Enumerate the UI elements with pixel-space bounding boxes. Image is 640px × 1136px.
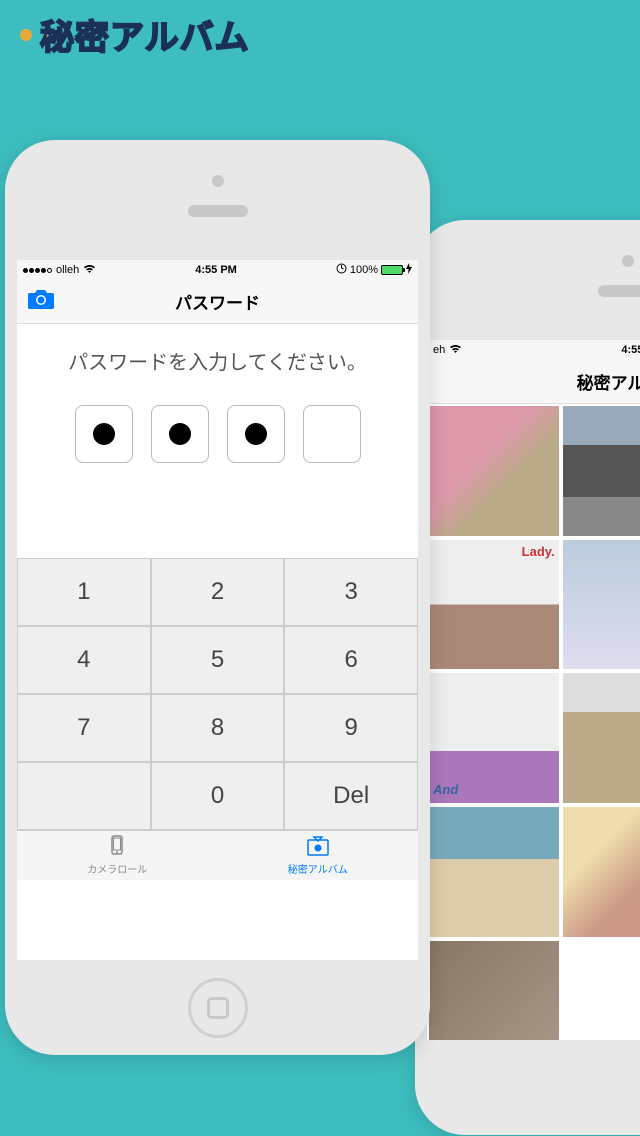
status-bar: eh 4:55 PM [427, 340, 640, 360]
thumb-label: Lady. [522, 544, 555, 559]
phone-screen: eh 4:55 PM 秘密アルバム Lady. And [427, 340, 640, 1040]
photo-thumb[interactable] [429, 807, 559, 937]
key-1[interactable]: 1 [17, 558, 151, 626]
tab-label: カメラロール [87, 861, 147, 876]
battery-pct: 100% [350, 264, 378, 276]
page-header: 秘密アルバム [20, 10, 250, 59]
key-3[interactable]: 3 [284, 558, 418, 626]
photo-thumb[interactable] [429, 406, 559, 536]
keypad: 1 2 3 4 5 6 7 8 9 0 Del [17, 558, 418, 830]
photo-thumb[interactable] [563, 807, 640, 937]
phone-mockup-1: olleh 4:55 PM 100% パスワード [5, 140, 430, 1055]
thumb-label: And [433, 782, 458, 797]
tab-cameraroll[interactable]: カメラロール [17, 831, 218, 880]
phone-bottom [5, 960, 430, 1055]
password-prompt: パスワードを入力してください。 [17, 324, 418, 405]
bullet-icon [20, 29, 32, 41]
nav-title: パスワード [175, 289, 260, 314]
key-0[interactable]: 0 [151, 762, 285, 830]
phone-mockup-2: eh 4:55 PM 秘密アルバム Lady. And [415, 220, 640, 1135]
wifi-icon [83, 264, 96, 277]
key-9[interactable]: 9 [284, 694, 418, 762]
home-button[interactable] [188, 978, 248, 1038]
key-blank [17, 762, 151, 830]
phone-speaker-icon [598, 285, 640, 297]
nav-bar: パスワード [17, 280, 418, 324]
status-bar: olleh 4:55 PM 100% [17, 260, 418, 280]
carrier-label: olleh [56, 264, 79, 276]
album-icon [305, 835, 331, 860]
charging-icon [406, 263, 412, 277]
rotation-lock-icon [336, 263, 347, 277]
status-left: olleh [23, 264, 96, 277]
page-title: 秘密アルバム [40, 10, 250, 59]
phone-camera-icon [212, 175, 224, 187]
photo-thumb[interactable] [563, 673, 640, 803]
nav-bar: 秘密アルバム [427, 360, 640, 404]
key-del[interactable]: Del [284, 762, 418, 830]
photo-thumb[interactable]: And [429, 673, 559, 803]
home-icon [207, 997, 229, 1019]
key-2[interactable]: 2 [151, 558, 285, 626]
signal-icon [23, 268, 52, 273]
key-4[interactable]: 4 [17, 626, 151, 694]
status-left: eh [433, 344, 462, 357]
phone-icon [104, 835, 130, 860]
status-time: 4:55 PM [195, 264, 237, 276]
phone-bottom [415, 1040, 640, 1135]
camera-button[interactable] [27, 288, 55, 315]
tab-bar: カメラロール 秘密アルバム [17, 830, 418, 880]
password-digit-3 [227, 405, 285, 463]
phone-top [5, 140, 430, 260]
phone-camera-icon [622, 255, 634, 267]
key-5[interactable]: 5 [151, 626, 285, 694]
tab-label: 秘密アルバム [288, 861, 348, 876]
battery-icon [381, 265, 403, 275]
password-digit-1 [75, 405, 133, 463]
password-digit-2 [151, 405, 209, 463]
status-right: 100% [336, 263, 412, 277]
phone-top [415, 220, 640, 340]
key-6[interactable]: 6 [284, 626, 418, 694]
password-boxes [17, 405, 418, 503]
photo-thumb[interactable] [563, 406, 640, 536]
phone-speaker-icon [188, 205, 248, 217]
key-7[interactable]: 7 [17, 694, 151, 762]
photo-thumb[interactable]: Lady. [429, 540, 559, 670]
photo-thumb[interactable] [429, 941, 559, 1040]
tab-secret-album[interactable]: 秘密アルバム [218, 831, 419, 880]
key-8[interactable]: 8 [151, 694, 285, 762]
photo-thumb[interactable] [563, 540, 640, 670]
carrier-label: eh [433, 344, 445, 356]
password-digit-4 [303, 405, 361, 463]
photo-grid: Lady. And [427, 404, 640, 1040]
status-time: 4:55 PM [621, 344, 640, 356]
phone-screen: olleh 4:55 PM 100% パスワード [17, 260, 418, 960]
nav-title: 秘密アルバム [577, 369, 640, 394]
wifi-icon [449, 344, 462, 357]
